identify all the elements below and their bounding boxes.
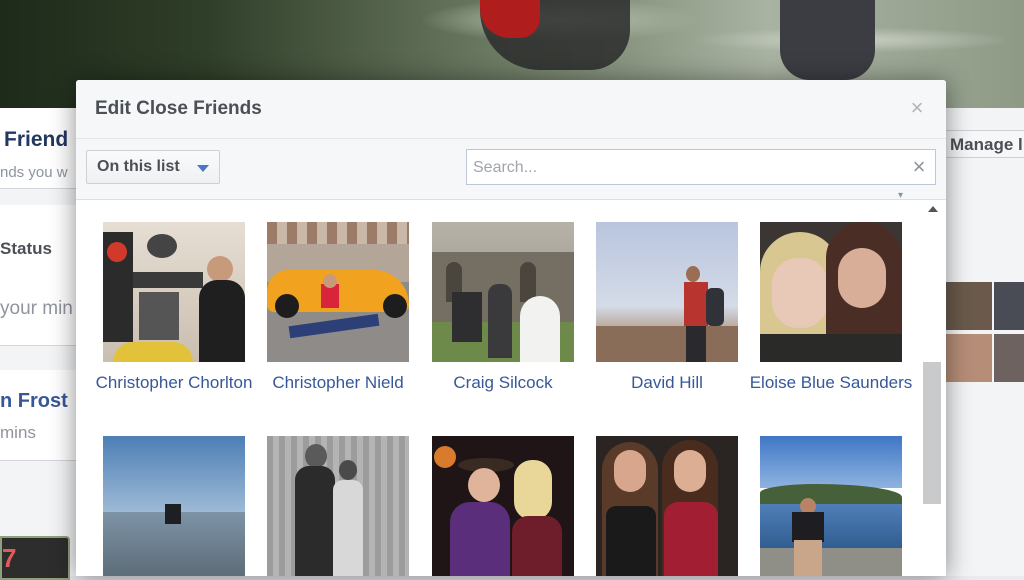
background-friend-thumb bbox=[994, 334, 1024, 382]
friend-photo[interactable] bbox=[103, 436, 245, 576]
clear-search-icon[interactable]: × bbox=[907, 154, 931, 180]
background-status-box bbox=[0, 205, 76, 346]
friend-photo[interactable] bbox=[596, 222, 738, 362]
background-friend-thumb bbox=[946, 282, 992, 330]
background-status-tab: Status bbox=[0, 239, 52, 258]
edit-close-friends-dialog: Edit Close Friends × On this list × ▾ bbox=[76, 80, 946, 576]
friend-photo[interactable] bbox=[432, 222, 574, 362]
background-badge-text: 7 bbox=[2, 543, 17, 573]
dialog-title: Edit Close Friends bbox=[95, 98, 262, 119]
list-filter-dropdown[interactable]: On this list bbox=[86, 150, 220, 184]
dialog-scrollbar[interactable] bbox=[922, 200, 946, 576]
close-icon[interactable]: × bbox=[905, 96, 929, 120]
background-post-time: mins bbox=[0, 423, 36, 442]
background-manage-button: Manage l bbox=[945, 130, 1024, 158]
chevron-down-icon bbox=[197, 165, 209, 172]
friend-photo[interactable] bbox=[760, 222, 902, 362]
background-post-box bbox=[0, 370, 76, 461]
list-filter-label: On this list bbox=[97, 158, 180, 175]
friend-name[interactable]: Craig Silcock bbox=[416, 372, 590, 394]
search-input[interactable] bbox=[471, 154, 905, 182]
friend-name[interactable]: Christopher Chorlton bbox=[87, 372, 261, 394]
friend-name[interactable]: David Hill bbox=[580, 372, 754, 394]
dialog-header: Edit Close Friends × bbox=[76, 80, 946, 139]
friend-photo[interactable] bbox=[432, 436, 574, 576]
scroll-up-icon[interactable] bbox=[928, 206, 938, 212]
scrollbar-thumb[interactable] bbox=[923, 362, 941, 504]
background-badge: 7 bbox=[0, 536, 70, 580]
background-friend-thumb bbox=[946, 334, 992, 382]
friend-name[interactable]: Christopher Nield bbox=[251, 372, 425, 394]
background-status-prompt: your min bbox=[0, 298, 73, 319]
friend-photo[interactable] bbox=[267, 436, 409, 576]
background-friends-title: Friend bbox=[4, 128, 69, 151]
friend-photo[interactable] bbox=[596, 436, 738, 576]
background-post-author: n Frost bbox=[0, 390, 68, 412]
background-friends-subtitle: nds you w bbox=[0, 164, 68, 181]
cover-figure bbox=[780, 0, 875, 80]
friend-photo[interactable] bbox=[760, 436, 902, 576]
friends-grid: Christopher Chorlton Christopher Nield C… bbox=[76, 200, 922, 576]
friend-photo[interactable] bbox=[267, 222, 409, 362]
friend-name[interactable]: Eloise Blue Saunders bbox=[744, 372, 918, 394]
background-friend-thumb bbox=[994, 282, 1024, 330]
search-box: × bbox=[466, 149, 936, 185]
dialog-toolbar: On this list × ▾ bbox=[76, 139, 946, 201]
friend-photo[interactable] bbox=[103, 222, 245, 362]
